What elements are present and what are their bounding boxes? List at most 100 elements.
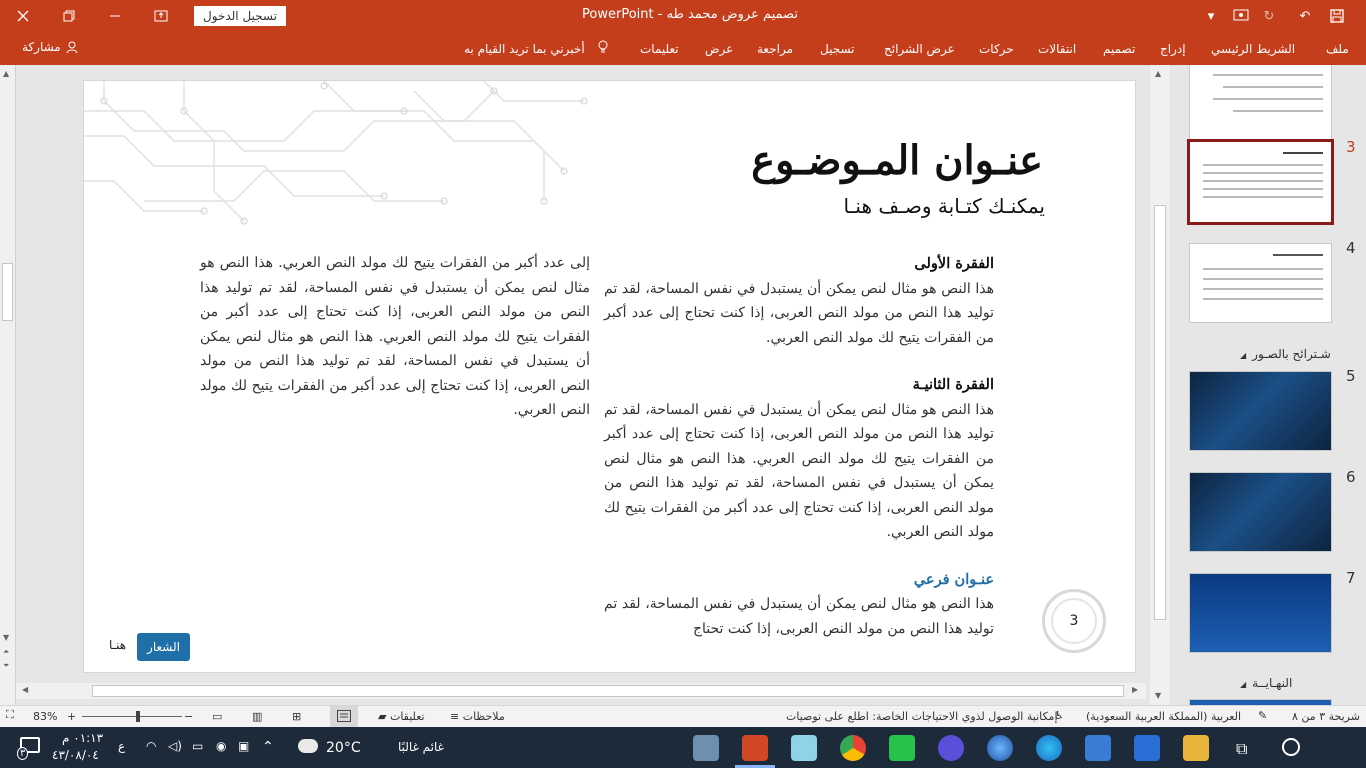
restore-window-button[interactable]	[46, 0, 92, 32]
scroll-left-icon[interactable]: ◀	[22, 685, 28, 694]
scroll-down-icon[interactable]: ▼	[1155, 691, 1161, 700]
hscroll-thumb[interactable]	[92, 685, 1124, 697]
close-window-button[interactable]	[0, 0, 46, 32]
zoom-slider[interactable]	[82, 716, 182, 717]
tab-animations[interactable]: حركات	[979, 42, 1014, 56]
notification-count: ٣	[17, 747, 29, 760]
zoom-out-button[interactable]: −	[184, 710, 193, 723]
edge-icon[interactable]	[1036, 735, 1062, 761]
redo-button[interactable]: ↻	[1254, 0, 1284, 32]
slideshow-view-button[interactable]: ▭	[212, 710, 222, 723]
slide-thumbnail-6[interactable]	[1189, 472, 1332, 552]
notes-button[interactable]: ملاحظات ≡	[450, 710, 505, 723]
scroll-thumb[interactable]	[1154, 205, 1166, 620]
chevron-up-icon[interactable]: ⌃	[262, 739, 274, 755]
collapse-icon[interactable]: ◢	[1240, 351, 1246, 360]
clock-date[interactable]: ٤٣/٠٨/٠٤	[52, 748, 99, 762]
slide-thumbnail-7[interactable]	[1189, 573, 1332, 653]
tab-record[interactable]: تسجيل	[820, 42, 855, 56]
right-text-column[interactable]: الفقرة الأولى هذا النص هو مثال لنص يمكن …	[604, 252, 994, 664]
slide-thumbnail-3[interactable]	[1187, 139, 1334, 225]
chrome-icon[interactable]	[840, 735, 866, 761]
slide-subtitle[interactable]: يمكنـك كتـابة وصـف هنـا	[843, 194, 1045, 218]
tab-design[interactable]: تصميم	[1103, 42, 1135, 56]
slide-number-4: 4	[1346, 239, 1356, 257]
powerpoint-icon[interactable]	[742, 735, 768, 761]
language-status[interactable]: العربية (المملكة العربية السعودية)	[1086, 710, 1241, 723]
scroll-up-icon[interactable]: ▲	[3, 69, 9, 78]
status-bar: شريحة ٣ من ٨ ✎ العربية (المملكة العربية …	[0, 705, 1366, 727]
section-header-photos[interactable]: شـترائح بالصـور ◢	[1240, 347, 1331, 361]
undo-button[interactable]: ↶	[1290, 0, 1320, 32]
tab-file[interactable]: ملف	[1326, 42, 1349, 56]
comments-button[interactable]: تعليقات ▰	[378, 710, 425, 723]
share-label: مشاركة	[22, 40, 61, 54]
tab-slideshow[interactable]: عرض الشرائح	[884, 42, 955, 56]
slide-title[interactable]: عنـوان المـوضـوع	[751, 137, 1043, 184]
store-icon[interactable]	[1134, 735, 1160, 761]
weather-text[interactable]: غائم غالبًا	[398, 740, 444, 754]
battery-icon[interactable]: ▭	[192, 739, 203, 753]
zoom-slider-thumb[interactable]	[136, 711, 140, 722]
slide-thumbnail-2[interactable]	[1189, 65, 1332, 141]
zoom-in-button[interactable]: +	[67, 710, 76, 723]
share-button[interactable]: مشاركة	[22, 40, 79, 54]
sign-in-button[interactable]: تسجيل الدخول	[194, 6, 286, 26]
left-text-column[interactable]: إلى عدد أكبر من الفقرات يتيح لك مولد الن…	[200, 251, 590, 446]
customize-qat-button[interactable]: ▾	[1196, 0, 1226, 32]
tab-home[interactable]: الشريط الرئيسي	[1211, 42, 1295, 56]
tab-help[interactable]: تعليمات	[640, 42, 679, 56]
task-view-icon[interactable]: ⧉	[1236, 739, 1247, 759]
scroll-right-icon[interactable]: ▶	[1132, 685, 1138, 694]
grid-icon: ⊞	[292, 710, 302, 723]
app-icon-paint[interactable]	[693, 735, 719, 761]
previous-slide-icon[interactable]: ⏶	[3, 647, 9, 657]
slide-canvas[interactable]: عنـوان المـوضـوع يمكنـك كتـابة وصـف هنـا…	[83, 80, 1136, 673]
camera-icon[interactable]: ◉	[216, 739, 226, 753]
tell-me-search[interactable]: أخبرني بما تريد القيام به	[464, 42, 585, 56]
app-icon-light-blue[interactable]	[791, 735, 817, 761]
scroll-down-icon[interactable]: ▼	[3, 633, 9, 642]
fit-slide-button[interactable]: ⛶	[6, 708, 14, 722]
scroll-up-icon[interactable]: ▲	[1155, 69, 1161, 78]
slide-thumbnail-4[interactable]	[1189, 243, 1332, 323]
collapse-icon[interactable]: ◢	[1240, 680, 1246, 689]
cloud-icon	[298, 739, 318, 753]
slide-number-6: 6	[1346, 468, 1356, 486]
app-icon-green[interactable]	[889, 735, 915, 761]
cortana-icon[interactable]	[1282, 738, 1300, 756]
start-from-beginning-button[interactable]	[1226, 0, 1256, 32]
volume-icon[interactable]: ◁)	[168, 739, 182, 753]
right-scrollbar[interactable]: ▲ ▼	[1150, 65, 1170, 705]
tab-review[interactable]: مراجعة	[757, 42, 793, 56]
slide-sorter-button[interactable]: ⊞	[292, 710, 301, 723]
tab-insert[interactable]: إدراج	[1160, 42, 1186, 56]
normal-view-button[interactable]	[330, 706, 358, 727]
language-indicator[interactable]: ع	[118, 739, 125, 753]
scroll-thumb[interactable]	[2, 263, 13, 321]
weather-temp[interactable]: 20°C	[326, 740, 361, 756]
proofing-icon[interactable]: ✎	[1258, 709, 1267, 722]
zoom-level[interactable]: 83%	[33, 710, 57, 723]
minimize-window-button[interactable]	[92, 0, 138, 32]
accessibility-status[interactable]: إمكانية الوصول لذوي الاحتياجات الخاصة: ا…	[786, 710, 1058, 723]
wifi-icon[interactable]: ◠	[146, 739, 156, 753]
tab-transitions[interactable]: انتقالات	[1038, 42, 1076, 56]
next-slide-icon[interactable]: ⏷	[3, 661, 9, 671]
section-header-end[interactable]: النهـايــة ◢	[1240, 676, 1292, 690]
left-scrollbar[interactable]: ▲ ▼ ⏶ ⏷	[0, 65, 16, 705]
clock-time[interactable]: ٠١:١٣ م	[62, 731, 103, 745]
app-icon-purple[interactable]	[938, 735, 964, 761]
meet-now-icon[interactable]: ▣	[238, 739, 249, 753]
slide-thumbnail-5[interactable]	[1189, 371, 1332, 451]
save-button[interactable]	[1322, 0, 1352, 32]
tab-view[interactable]: عرض	[705, 42, 733, 56]
reading-view-button[interactable]: ▥	[252, 710, 262, 723]
app-icon-circle-blue[interactable]	[987, 735, 1013, 761]
horizontal-scrollbar[interactable]: ◀ ▶	[16, 683, 1146, 699]
notes-label: ملاحظات	[462, 710, 505, 723]
ribbon-display-options-button[interactable]	[138, 0, 184, 32]
projector-icon: ▭	[212, 710, 223, 723]
file-explorer-icon[interactable]	[1183, 735, 1209, 761]
mail-icon[interactable]	[1085, 735, 1111, 761]
